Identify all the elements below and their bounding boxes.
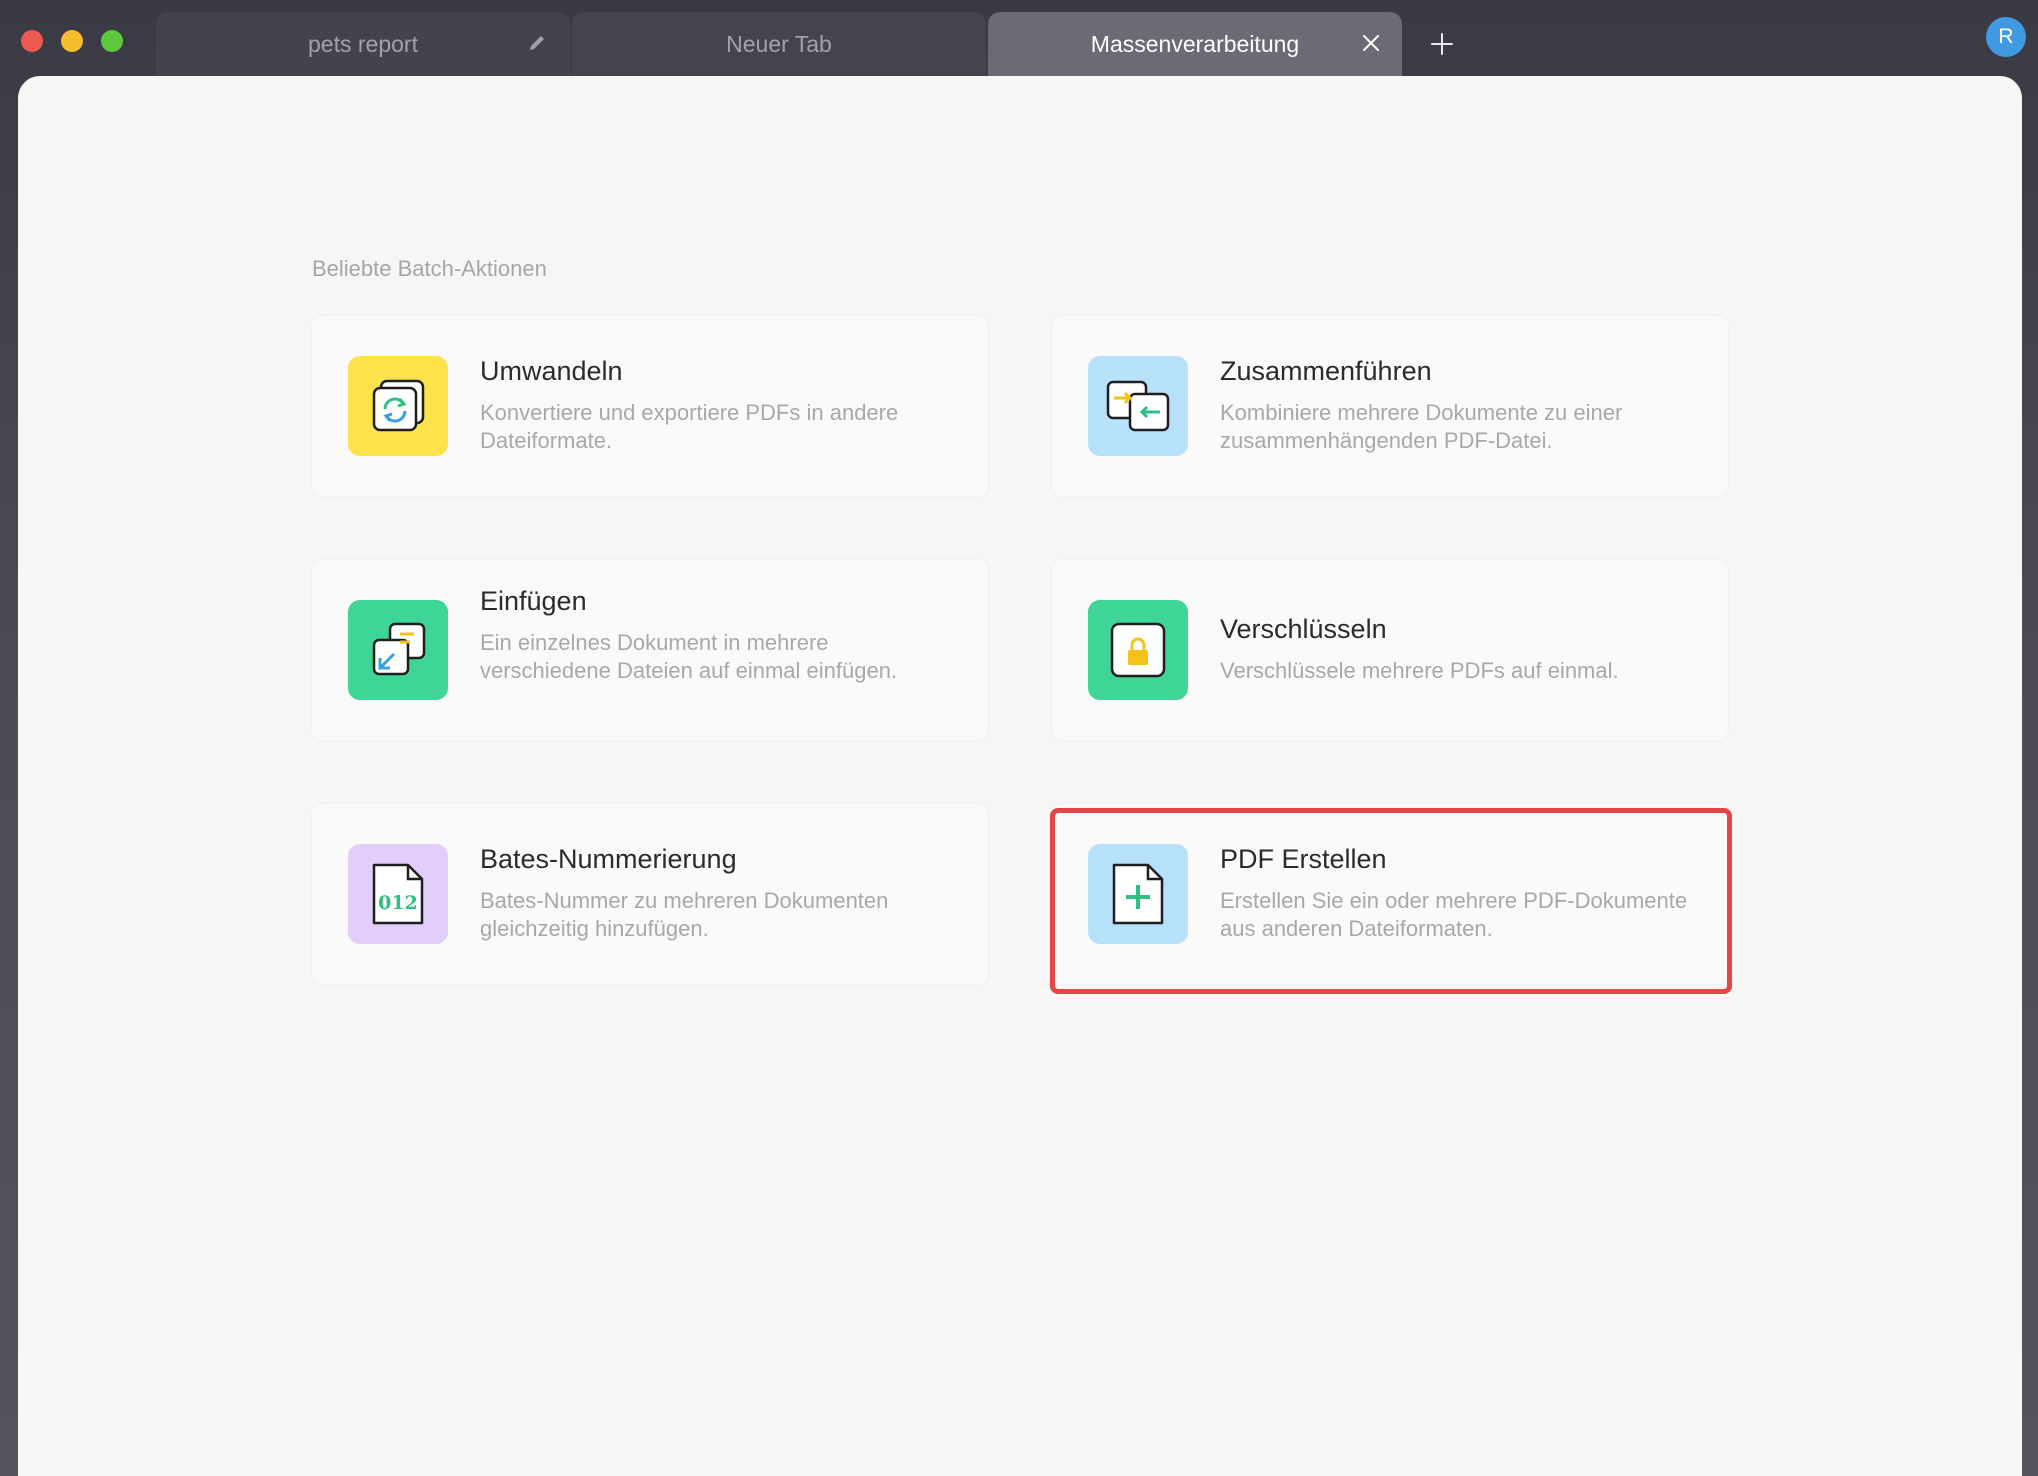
action-title: PDF Erstellen [1220,844,1387,874]
action-title: Einfügen [480,586,587,616]
action-card-convert[interactable]: Umwandeln Konvertiere und exportiere PDF… [312,316,988,496]
insert-icon [348,600,448,700]
merge-icon [1088,356,1188,456]
tab-label: Massenverarbeitung [1090,30,1300,57]
action-card-insert[interactable]: Einfügen Ein einzelnes Dokument in mehre… [312,560,988,740]
action-description: Kombiniere mehrere Dokumente zu einer zu… [1220,400,1623,453]
action-description: Verschlüssele mehrere PDFs auf einmal. [1220,658,1619,683]
pencil-icon[interactable] [526,32,548,54]
tab-label: Neuer Tab [726,30,832,57]
bates-number-icon: 012 [348,844,448,944]
action-title: Bates-Nummerierung [480,844,737,874]
bates-number-text: 012 [378,892,418,914]
close-tab-icon[interactable] [1360,32,1382,54]
batch-processing-page: Beliebte Batch-Aktionen Umwandeln Konver… [18,76,2022,1476]
section-title: Beliebte Batch-Aktionen [312,256,547,281]
maximize-window-button[interactable] [101,30,123,52]
title-bar: pets report Neuer Tab Massenverarbeitung… [0,0,2038,76]
action-title: Zusammenführen [1220,356,1432,386]
action-card-bates-numbering[interactable]: 012 Bates-Nummerierung Bates-Nummer zu m… [312,804,988,984]
close-window-button[interactable] [21,30,43,52]
action-title: Umwandeln [480,356,623,386]
tab-label: pets report [308,30,418,57]
action-description: Bates-Nummer zu mehreren Dokumenten glei… [480,888,889,941]
tab-neuer-tab[interactable]: Neuer Tab [572,12,986,76]
minimize-window-button[interactable] [61,30,83,52]
action-description: Konvertiere und exportiere PDFs in ander… [480,400,899,453]
tab-massenverarbeitung[interactable]: Massenverarbeitung [988,12,1402,76]
action-description: Ein einzelnes Dokument in mehrere versch… [480,630,898,683]
action-description: Erstellen Sie ein oder mehrere PDF-Dokum… [1220,888,1688,941]
action-card-encrypt[interactable]: Verschlüsseln Verschlüssele mehrere PDFs… [1052,560,1728,740]
action-card-create-pdf[interactable]: PDF Erstellen Erstellen Sie ein oder meh… [1052,804,1728,984]
tab-pets-report[interactable]: pets report [156,12,570,76]
action-title: Verschlüsseln [1220,614,1387,644]
user-avatar[interactable]: R [1986,17,2026,57]
action-card-merge[interactable]: Zusammenführen Kombiniere mehrere Dokume… [1052,316,1728,496]
create-pdf-icon [1088,844,1188,944]
lock-icon [1088,600,1188,700]
convert-icon [348,356,448,456]
new-tab-plus-icon[interactable] [1428,30,1456,58]
avatar-initial: R [1998,25,2014,48]
